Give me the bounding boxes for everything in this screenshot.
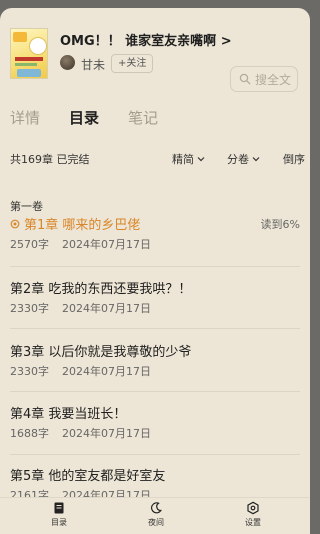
divider — [10, 391, 300, 392]
filter-reverse[interactable]: 倒序 — [283, 151, 305, 167]
tab-details[interactable]: 详情 — [10, 107, 40, 128]
publish-date: 2024年07月17日 — [62, 365, 151, 378]
filter-volumes[interactable]: 分卷 — [227, 151, 260, 167]
author-name[interactable]: 甘未 — [81, 56, 105, 73]
follow-button[interactable]: +关注 — [111, 54, 154, 73]
divider — [10, 454, 300, 455]
divider — [10, 328, 300, 329]
search-placeholder: 搜全文 — [255, 72, 292, 87]
publish-date: 2024年07月17日 — [62, 238, 151, 251]
chapter-title: 第5章 他的室友都是好室友 — [10, 469, 166, 484]
chapter-count: 共169章 已完结 — [10, 153, 90, 166]
word-count: 2570字 — [10, 238, 49, 251]
chapter-title: 第2章 吃我的东西还要我哄？！ — [10, 282, 192, 297]
publish-date: 2024年07月17日 — [62, 302, 151, 315]
chevron-right-icon: > — [220, 34, 232, 49]
word-count: 2330字 — [10, 365, 49, 378]
book-title: OMG！！ 谁家室友亲嘴啊 — [60, 34, 217, 49]
nav-catalog-label: 目录 — [51, 518, 67, 527]
moon-icon — [151, 502, 162, 514]
catalog-meta-row: 共169章 已完结 精简 分卷 倒序 — [10, 151, 310, 169]
nav-settings-label: 设置 — [245, 518, 261, 527]
chapter-item[interactable]: 第4章 我要当班长！ 1688字 2024年07月17日 — [10, 403, 300, 465]
volume-title: 第一卷 — [10, 200, 43, 213]
chevron-down-icon — [252, 157, 260, 162]
nav-settings[interactable]: 设置 — [233, 501, 273, 528]
avatar[interactable] — [60, 55, 75, 70]
book-title-link[interactable]: OMG！！ 谁家室友亲嘴啊 > — [60, 30, 232, 49]
chevron-down-icon — [197, 157, 205, 162]
catalog-icon — [54, 502, 64, 514]
bottom-nav: 目录 夜间 设置 — [0, 497, 310, 534]
publish-date: 2024年07月17日 — [62, 427, 151, 440]
nav-catalog[interactable]: 目录 — [39, 501, 79, 528]
chapter-title: 第3章 以后你就是我尊敬的少爷 — [10, 345, 192, 360]
word-count: 1688字 — [10, 427, 49, 440]
word-count: 2330字 — [10, 302, 49, 315]
filter-simplified[interactable]: 精简 — [172, 151, 205, 167]
chapter-title: 第4章 我要当班长！ — [10, 407, 127, 422]
chapter-title: 第1章 哪来的乡巴佬 — [24, 218, 141, 233]
tab-catalog[interactable]: 目录 — [69, 107, 99, 128]
search-icon — [239, 73, 251, 85]
nav-night-mode[interactable]: 夜间 — [136, 501, 176, 528]
book-cover[interactable] — [10, 28, 48, 79]
current-chapter-icon — [10, 219, 20, 228]
tab-notes[interactable]: 笔记 — [128, 107, 158, 128]
chapter-item[interactable]: 第3章 以后你就是我尊敬的少爷 2330字 2024年07月17日 — [10, 341, 300, 403]
reading-progress: 读到6% — [260, 218, 300, 231]
filter-volumes-label: 分卷 — [227, 153, 249, 166]
filter-simplified-label: 精简 — [172, 153, 194, 166]
chapter-item[interactable]: 第2章 吃我的东西还要我哄？！ 2330字 2024年07月17日 — [10, 278, 300, 340]
book-catalog-sheet: OMG！！ 谁家室友亲嘴啊 > 甘未 +关注 搜全文 详情 目录 笔记 共169… — [0, 8, 310, 534]
settings-icon — [247, 501, 259, 515]
search-input[interactable]: 搜全文 — [230, 66, 298, 92]
nav-night-label: 夜间 — [148, 518, 164, 527]
divider — [10, 266, 300, 267]
